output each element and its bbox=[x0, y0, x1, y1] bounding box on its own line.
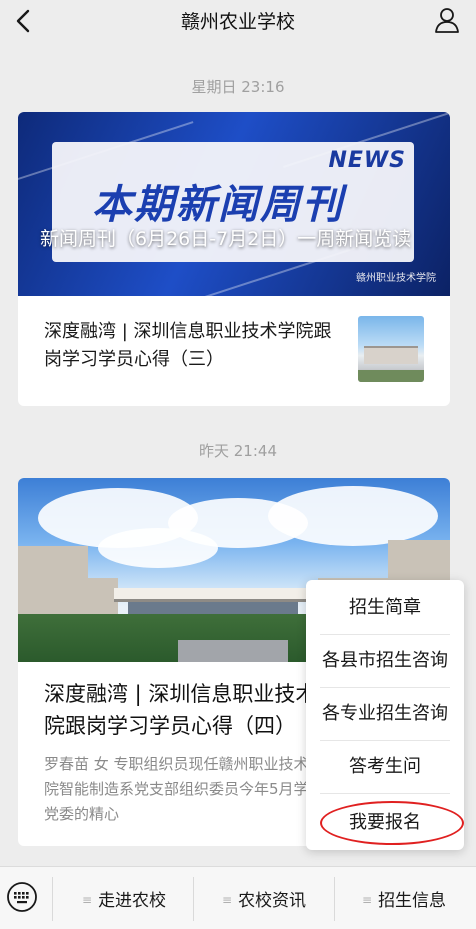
tab-label: 农校资讯 bbox=[238, 891, 307, 911]
tab-about-school[interactable]: ≡ 走进农校 bbox=[82, 886, 166, 911]
bottom-menu-bar: ≡ 走进农校 ≡ 农校资讯 ≡ 招生信息 bbox=[0, 866, 476, 929]
tab-school-news[interactable]: ≡ 农校资讯 bbox=[222, 886, 306, 911]
campus-gate bbox=[114, 588, 314, 602]
cover-big-title: 本期新闻周刊 bbox=[92, 182, 344, 228]
popup-menu: 招生简章 各县市招生咨询 各专业招生咨询 答考生问 我要报名 bbox=[306, 580, 464, 850]
sub-article-title[interactable]: 深度融湾 | 深圳信息职业技术学院跟岗学习学员心得（三） bbox=[44, 318, 344, 374]
menu-item-admission-guide[interactable]: 招生简章 bbox=[306, 582, 464, 634]
menu-item-county-consult[interactable]: 各县市招生咨询 bbox=[306, 635, 464, 687]
highlight-circle bbox=[320, 801, 464, 845]
cover-news-label: NEWS bbox=[328, 148, 406, 173]
article-title[interactable]: 新闻周刊（6月26日-7月2日）一周新闻览读 bbox=[40, 224, 420, 255]
message-timestamp: 星期日 23:16 bbox=[191, 78, 285, 96]
tab-label: 招生信息 bbox=[378, 891, 447, 911]
sub-article-thumbnail bbox=[358, 316, 424, 382]
menu-item-faq[interactable]: 答考生问 bbox=[306, 741, 464, 793]
sub-article-row[interactable]: 深度融湾 | 深圳信息职业技术学院跟岗学习学员心得（三） bbox=[18, 296, 450, 406]
tab-admission-info[interactable]: ≡ 招生信息 bbox=[362, 886, 446, 911]
article-card: NEWS 本期新闻周刊 新闻周刊（6月26日-7月2日）一周新闻览读 赣州职业技… bbox=[18, 112, 450, 406]
tab-label: 走进农校 bbox=[98, 891, 167, 911]
nav-bar: 赣州农业学校 bbox=[0, 0, 476, 44]
message-timestamp: 昨天 21:44 bbox=[199, 442, 277, 460]
cover-watermark: 赣州职业技术学院 bbox=[356, 273, 436, 284]
page-title: 赣州农业学校 bbox=[180, 11, 295, 33]
article-title[interactable]: 深度融湾 | 深圳信息职业技术学院跟岗学习学员心得（四） bbox=[44, 678, 344, 742]
keyboard-icon[interactable] bbox=[6, 881, 38, 913]
person-icon[interactable] bbox=[434, 6, 460, 34]
article-cover[interactable]: NEWS 本期新闻周刊 新闻周刊（6月26日-7月2日）一周新闻览读 赣州职业技… bbox=[18, 112, 450, 296]
menu-item-major-consult[interactable]: 各专业招生咨询 bbox=[306, 688, 464, 740]
article-summary: 罗春苗 女 专职组织员现任赣州职业技术学院智能制造系党支部组织委员今年5月学院党… bbox=[44, 755, 324, 823]
